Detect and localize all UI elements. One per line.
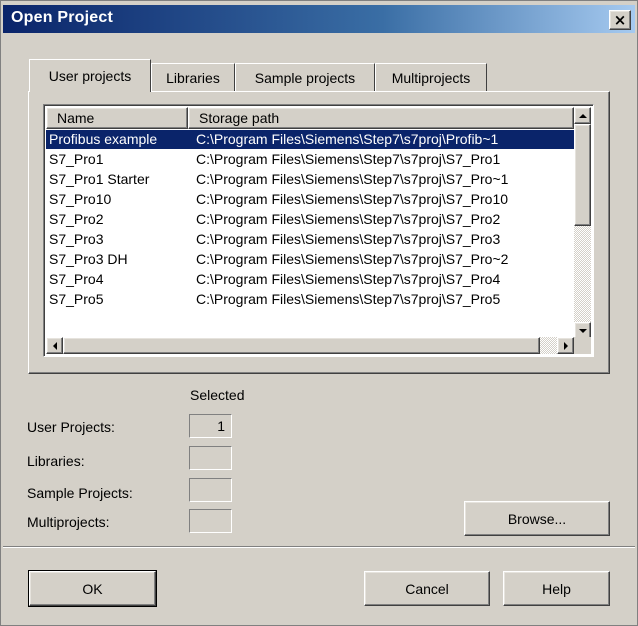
vertical-scroll-thumb[interactable] [574,124,591,226]
list-item[interactable]: S7_Pro4 C:\Program Files\Siemens\Step7\s… [46,270,574,289]
libraries-count [189,446,232,470]
arrow-right-icon [563,341,568,350]
tab-libraries[interactable]: Libraries [151,63,235,91]
vertical-scrollbar[interactable] [574,107,591,339]
list-item[interactable]: S7_Pro3 C:\Program Files\Siemens\Step7\s… [46,230,574,249]
selected-header: Selected [190,387,245,403]
tab-panel: Name Storage path Profibus example C:\Pr… [28,91,610,374]
ok-button[interactable]: OK [28,570,157,607]
open-project-dialog: Open Project × User projects Libraries S… [0,0,638,626]
cancel-button[interactable]: Cancel [364,571,490,606]
divider [3,546,635,548]
multiprojects-count [189,509,232,533]
arrow-down-icon [578,328,587,333]
list-item[interactable]: S7_Pro5 C:\Program Files\Siemens\Step7\s… [46,290,574,309]
window-title: Open Project [11,9,113,26]
tab-multiprojects[interactable]: Multiprojects [375,63,487,91]
list-item[interactable]: S7_Pro3 DH C:\Program Files\Siemens\Step… [46,250,574,269]
arrow-left-icon [52,341,57,350]
title-bar[interactable]: Open Project × [3,5,635,33]
user-projects-label: User Projects: [27,419,115,435]
list-item[interactable]: S7_Pro1 C:\Program Files\Siemens\Step7\s… [46,150,574,169]
scroll-up-button[interactable] [574,107,591,124]
horizontal-scroll-thumb[interactable] [63,337,540,354]
list-item[interactable]: S7_Pro10 C:\Program Files\Siemens\Step7\… [46,190,574,209]
user-projects-count: 1 [189,414,232,438]
tab-sample-projects[interactable]: Sample projects [235,63,375,91]
browse-button[interactable]: Browse... [464,501,610,536]
multiprojects-label: Multiprojects: [27,514,110,530]
scroll-right-button[interactable] [557,337,574,354]
column-header-storage-path[interactable]: Storage path [188,107,574,129]
sample-projects-label: Sample Projects: [27,485,133,501]
libraries-label: Libraries: [27,453,85,469]
scrollbar-corner [574,337,591,354]
column-header-name[interactable]: Name [46,107,188,129]
list-item[interactable]: S7_Pro2 C:\Program Files\Siemens\Step7\s… [46,210,574,229]
sample-projects-count [189,478,232,502]
scroll-left-button[interactable] [46,337,63,354]
close-button[interactable]: × [609,10,631,30]
help-button[interactable]: Help [503,571,610,606]
close-icon: × [613,11,627,29]
list-item[interactable]: S7_Pro1 Starter C:\Program Files\Siemens… [46,170,574,189]
horizontal-scrollbar[interactable] [46,337,574,354]
project-list[interactable]: Name Storage path Profibus example C:\Pr… [43,104,594,357]
list-item-selected[interactable]: Profibus example C:\Program Files\Siemen… [46,130,583,149]
tab-user-projects[interactable]: User projects [29,59,151,92]
arrow-up-icon [578,113,587,118]
